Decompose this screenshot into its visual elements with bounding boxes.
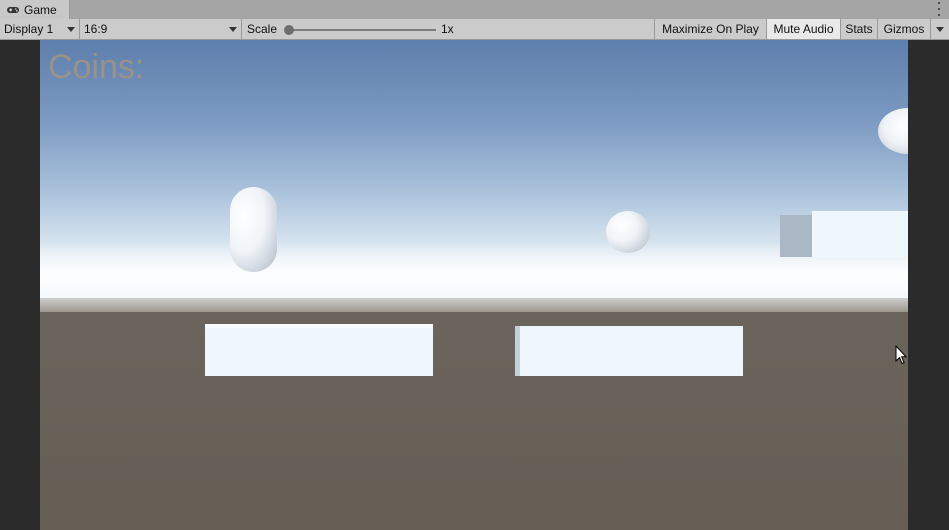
platform-right [515,326,743,376]
chevron-down-icon [229,27,237,32]
sphere-object [606,211,650,253]
mouse-cursor-icon [895,345,907,365]
gizmos-button[interactable]: Gizmos [878,19,930,39]
display-dropdown[interactable]: Display 1 [0,19,79,39]
display-label: Display 1 [4,22,54,36]
scale-value: 1x [441,22,454,36]
scale-slider-track[interactable] [288,29,436,31]
maximize-on-play-button[interactable]: Maximize On Play [655,19,766,39]
coins-hud-label: Coins: [48,48,145,86]
chevron-down-icon [936,26,944,32]
gizmos-dropdown[interactable] [931,19,949,39]
platform-side [780,215,812,257]
capsule-object [230,187,277,272]
platform-left [205,326,433,376]
tab-game[interactable]: Game [0,0,70,19]
ground-plane [40,312,908,530]
aspect-label: 16:9 [84,22,108,36]
scale-label: Scale [247,22,278,36]
aspect-dropdown[interactable]: 16:9 [80,19,241,39]
floating-platform [812,211,908,257]
kebab-menu-icon[interactable] [937,2,941,16]
mute-audio-button[interactable]: Mute Audio [767,19,840,39]
tab-label: Game [24,2,57,17]
scale-slider-thumb[interactable] [284,25,294,35]
divider [241,19,242,39]
stats-button[interactable]: Stats [841,19,877,39]
platform-left-top [205,324,433,328]
window-tab-bar: Game [0,0,949,20]
chevron-down-icon [67,27,75,32]
gamepad-icon [7,6,19,13]
game-viewport[interactable]: Coins: [40,40,908,530]
platform-right-side [515,326,520,376]
game-toolbar: Display 1 16:9 Scale 1x Maximize On Play… [0,19,949,40]
